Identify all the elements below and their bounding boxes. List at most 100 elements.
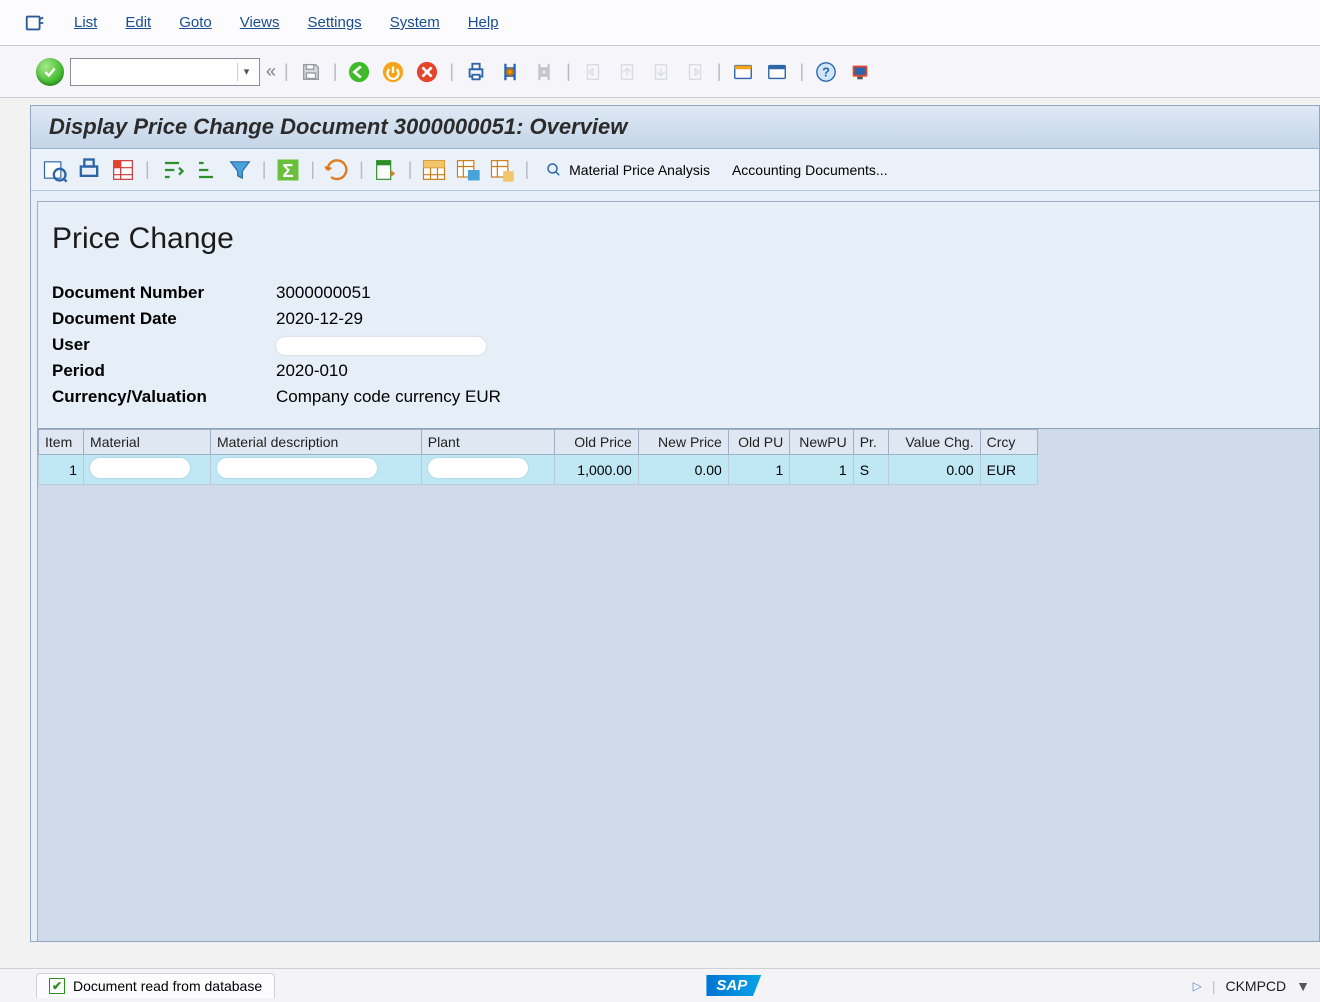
col-plant[interactable]: Plant [421, 430, 554, 455]
save-button[interactable] [297, 58, 325, 86]
last-page-button[interactable] [681, 58, 709, 86]
accounting-documents-button[interactable]: Accounting Documents... [724, 156, 896, 184]
material-price-analysis-label: Material Price Analysis [569, 162, 710, 178]
cell-plant [421, 455, 554, 485]
prev-page-button[interactable] [613, 58, 641, 86]
sort-desc-button[interactable] [192, 156, 220, 184]
sort-asc-button[interactable] [158, 156, 186, 184]
first-page-button[interactable] [579, 58, 607, 86]
back-button[interactable] [345, 58, 373, 86]
help-button[interactable]: ? [812, 58, 840, 86]
customize-button[interactable] [846, 58, 874, 86]
separator: | [282, 61, 291, 82]
separator: | [715, 61, 724, 82]
total-button[interactable]: Σ [274, 156, 302, 184]
period-value: 2020-010 [276, 358, 348, 384]
details-button[interactable] [41, 156, 69, 184]
user-label: User [52, 332, 276, 358]
material-price-analysis-button[interactable]: Material Price Analysis [537, 156, 718, 184]
menu-goto[interactable]: Goto [179, 14, 212, 31]
redacted-icon [276, 337, 486, 355]
abc-analysis-button[interactable] [109, 156, 137, 184]
separator: | [522, 159, 531, 180]
col-matdesc[interactable]: Material description [210, 430, 421, 455]
status-message-area: ✔ Document read from database [36, 973, 275, 998]
separator: | [357, 159, 366, 180]
expand-status-icon[interactable]: ▷ [1193, 979, 1202, 993]
table-header-row: Item Material Material description Plant… [39, 430, 1038, 455]
separator: | [564, 61, 573, 82]
menu-list[interactable]: List [74, 14, 97, 31]
tcode-dropdown-icon[interactable]: ▼ [1296, 978, 1310, 994]
menu-edit[interactable]: Edit [125, 14, 151, 31]
menubar: List Edit Goto Views Settings System Hel… [0, 0, 1320, 46]
col-newprice[interactable]: New Price [638, 430, 728, 455]
separator: | [331, 61, 340, 82]
col-newpu[interactable]: NewPU [790, 430, 853, 455]
col-material[interactable]: Material [84, 430, 211, 455]
cell-valchg: 0.00 [888, 455, 980, 485]
redacted-icon [217, 458, 377, 478]
redacted-icon [90, 458, 190, 478]
redacted-icon [428, 458, 528, 478]
save-layout-button[interactable] [488, 156, 516, 184]
layout-button[interactable] [763, 58, 791, 86]
col-item[interactable]: Item [39, 430, 84, 455]
app-menu-icon[interactable] [24, 12, 46, 34]
command-dropdown-icon[interactable]: ▾ [237, 63, 255, 81]
status-ok-icon: ✔ [49, 978, 65, 994]
separator: | [447, 61, 456, 82]
exit-button[interactable] [379, 58, 407, 86]
next-page-button[interactable] [647, 58, 675, 86]
refresh-button[interactable] [323, 156, 351, 184]
export-button[interactable] [372, 156, 400, 184]
cell-material [84, 455, 211, 485]
menu-settings[interactable]: Settings [307, 14, 361, 31]
separator: | [308, 159, 317, 180]
doc-number-value: 3000000051 [276, 280, 371, 306]
page-title: Display Price Change Document 3000000051… [31, 106, 1319, 149]
col-oldprice[interactable]: Old Price [554, 430, 638, 455]
tcode-value: CKMPCD [1225, 978, 1286, 994]
menu-help[interactable]: Help [468, 14, 499, 31]
cancel-button[interactable] [413, 58, 441, 86]
accounting-documents-label: Accounting Documents... [732, 162, 888, 178]
choose-layout-button[interactable] [420, 156, 448, 184]
document-panel: Price Change Document Number3000000051 D… [37, 201, 1319, 941]
change-layout-button[interactable] [454, 156, 482, 184]
collapse-icon[interactable]: « [266, 61, 276, 82]
section-heading: Price Change [52, 222, 1305, 256]
separator: | [797, 61, 806, 82]
new-session-button[interactable] [729, 58, 757, 86]
cell-newpu: 1 [790, 455, 853, 485]
menu-views[interactable]: Views [240, 14, 280, 31]
print-preview-button[interactable] [75, 156, 103, 184]
col-crcy[interactable]: Crcy [980, 430, 1037, 455]
menu-system[interactable]: System [390, 14, 440, 31]
sap-logo: SAP [706, 975, 761, 996]
cell-matdesc [210, 455, 421, 485]
col-oldpu[interactable]: Old PU [728, 430, 789, 455]
cell-oldprice: 1,000.00 [554, 455, 638, 485]
period-label: Period [52, 358, 276, 384]
filter-button[interactable] [226, 156, 254, 184]
app-toolbar: | | Σ | | | | [31, 149, 1319, 191]
table-row[interactable]: 1 1,000.00 0.00 1 1 S 0.00 EUR [39, 455, 1038, 485]
doc-date-value: 2020-12-29 [276, 306, 363, 332]
document-header: Price Change Document Number3000000051 D… [38, 208, 1319, 428]
svg-text:?: ? [822, 64, 830, 79]
doc-date-label: Document Date [52, 306, 276, 332]
find-next-button[interactable] [530, 58, 558, 86]
price-change-table: Item Material Material description Plant… [38, 428, 1319, 941]
enter-button[interactable] [36, 58, 64, 86]
find-button[interactable] [496, 58, 524, 86]
separator: | [260, 159, 269, 180]
col-pr[interactable]: Pr. [853, 430, 888, 455]
command-field[interactable]: ▾ [70, 58, 260, 86]
cell-crcy: EUR [980, 455, 1037, 485]
col-valchg[interactable]: Value Chg. [888, 430, 980, 455]
status-right: ▷ | CKMPCD ▼ [1193, 978, 1310, 994]
cell-item: 1 [39, 455, 84, 485]
status-message: Document read from database [73, 978, 262, 994]
print-button[interactable] [462, 58, 490, 86]
